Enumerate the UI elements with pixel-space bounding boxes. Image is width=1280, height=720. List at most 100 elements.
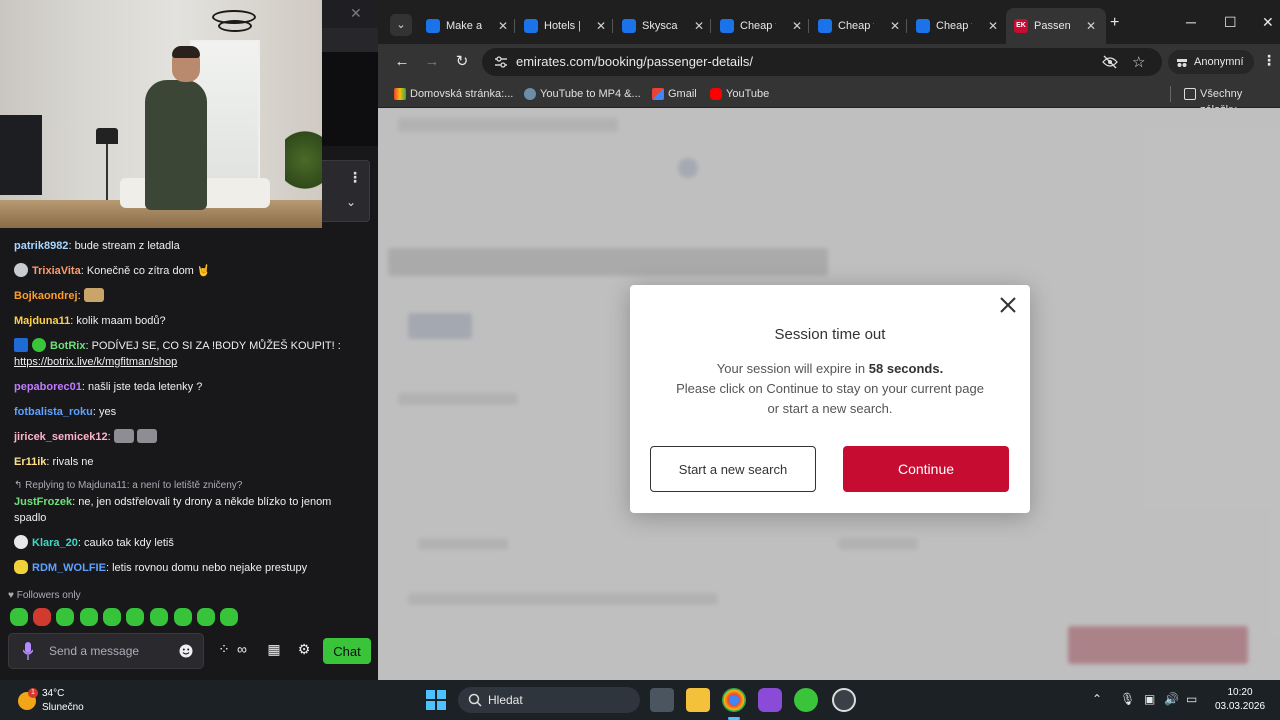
skyscanner-icon	[622, 19, 636, 33]
close-icon[interactable]: ✕	[988, 14, 998, 38]
chrome-icon[interactable]	[722, 688, 746, 712]
close-icon[interactable]: ✕	[498, 14, 508, 38]
bookmark-item[interactable]: Gmail	[652, 86, 697, 102]
volume-icon[interactable]: 🔊	[1164, 692, 1179, 706]
bookmark-star-icon[interactable]: ☆	[1132, 53, 1145, 71]
emote-icon[interactable]	[80, 608, 98, 626]
chat-username[interactable]: Bojkaondrej	[14, 290, 78, 302]
taskbar-search[interactable]: Hledat	[458, 687, 640, 713]
new-tab-icon[interactable]: +	[1110, 14, 1119, 32]
store-icon[interactable]: ▦	[264, 641, 284, 661]
site-settings-icon[interactable]	[494, 55, 508, 69]
emote-icon[interactable]	[56, 608, 74, 626]
tab-strip: ⌄ Make a ✕ Hotels | ✕ Skyscann ✕ Cheap f…	[378, 0, 1280, 44]
emote-icon[interactable]	[174, 608, 192, 626]
emote-icon[interactable]	[103, 608, 121, 626]
file-explorer-icon[interactable]	[686, 688, 710, 712]
tab-search-button[interactable]: ⌄	[390, 14, 412, 36]
close-icon[interactable]: ✕	[792, 14, 802, 38]
chat-link[interactable]: https://botrix.live/k/mgfitman/shop	[14, 356, 177, 368]
task-view-icon[interactable]	[650, 688, 674, 712]
close-icon[interactable]	[998, 295, 1018, 315]
infinity-icon[interactable]: ∞	[232, 641, 252, 661]
close-icon[interactable]: ✕	[596, 14, 606, 38]
tab-title: Cheap fli	[936, 20, 972, 32]
emote-icon[interactable]	[33, 608, 51, 626]
tab-title: Hotels |	[544, 20, 580, 32]
emote-icon[interactable]	[197, 608, 215, 626]
chat-username[interactable]: BotRix	[50, 340, 85, 352]
chat-username[interactable]: Er11ik	[14, 456, 46, 468]
emote-icon[interactable]	[126, 608, 144, 626]
chat-username[interactable]: RDM_WOLFIE	[32, 562, 106, 574]
chat-username[interactable]: Majduna11	[14, 315, 70, 327]
eye-off-icon[interactable]	[1102, 55, 1118, 69]
bookmark-item[interactable]: YouTube	[710, 86, 769, 102]
clock-date: 03.03.2026	[1214, 701, 1266, 712]
chat-send-button[interactable]: Chat	[323, 638, 371, 664]
incognito-profile-button[interactable]: Anonymní	[1168, 50, 1254, 74]
chat-username[interactable]: patrik8982	[14, 240, 68, 252]
chat-username[interactable]: jiricek_semicek12	[14, 431, 108, 443]
chat-message-input[interactable]	[49, 642, 169, 660]
countdown-time: 58 seconds.	[868, 361, 944, 376]
bookmark-item[interactable]: Domovská stránka:...	[394, 86, 513, 102]
address-bar[interactable]: emirates.com/booking/passenger-details/ …	[482, 48, 1162, 76]
bookmark-label: YouTube to MP4 &...	[540, 88, 641, 100]
pinned-message[interactable]: ⋮ ⌄	[322, 160, 370, 222]
reply-context[interactable]: ↰ Replying to Majduna11: a není to letiš…	[14, 478, 364, 494]
continue-button[interactable]: Continue	[843, 446, 1009, 492]
google-icon	[394, 88, 406, 100]
weather-widget[interactable]: 1 34°C Slunečno	[16, 686, 116, 714]
chat-text: PODÍVEJ SE, CO SI ZA !BODY MŮŽEŠ KOUPIT!…	[91, 340, 341, 352]
close-icon[interactable]: ✕	[1086, 14, 1096, 38]
channel-points-icon[interactable]: ⁘	[214, 641, 234, 661]
back-icon[interactable]: ←	[392, 52, 412, 72]
emote-icon[interactable]	[220, 608, 238, 626]
chat-username[interactable]: JustFrozek	[14, 496, 72, 508]
camera-app-icon[interactable]	[758, 688, 782, 712]
close-icon[interactable]: ✕	[890, 14, 900, 38]
badge-icon	[14, 263, 28, 277]
battery-icon[interactable]: ▭	[1186, 692, 1197, 706]
moderator-badge-icon	[14, 338, 28, 352]
system-clock[interactable]: 10:20 03.03.2026	[1210, 686, 1270, 714]
maximize-icon[interactable]: ☐	[1224, 14, 1237, 31]
network-icon[interactable]: ▣	[1144, 692, 1155, 706]
gear-icon[interactable]: ⚙	[294, 641, 314, 661]
chat-username[interactable]: pepaborec01	[14, 381, 82, 393]
start-new-search-button[interactable]: Start a new search	[650, 446, 816, 492]
forward-icon[interactable]: →	[422, 52, 442, 72]
chevron-up-icon[interactable]: ⌃	[1092, 692, 1102, 706]
more-menu-icon[interactable]: ⋮	[1262, 52, 1276, 69]
close-window-icon[interactable]: ✕	[1262, 14, 1274, 31]
emote-icon[interactable]	[150, 608, 168, 626]
bookmark-item[interactable]: YouTube to MP4 &...	[524, 86, 641, 102]
webcam-lamp	[96, 128, 118, 144]
windows-start-icon[interactable]	[426, 690, 446, 710]
session-timeout-dialog: Session time out Your session will expir…	[630, 285, 1030, 513]
chat-text: yes	[98, 406, 117, 418]
minimize-icon[interactable]: ─	[1186, 14, 1196, 30]
emote-icon[interactable]	[10, 608, 28, 626]
chat-username[interactable]: fotbalista_roku	[14, 406, 93, 418]
chat-username[interactable]: TrixiaVita	[32, 265, 81, 277]
chat-message: RDM_WOLFIE: letis rovnou domu nebo nejak…	[14, 560, 364, 576]
badge-icon	[14, 560, 28, 574]
close-icon[interactable]: ✕	[350, 5, 362, 22]
all-bookmarks-button[interactable]: Všechny záložky	[1184, 86, 1280, 116]
tab-divider	[906, 19, 907, 33]
xbox-icon[interactable]	[794, 688, 818, 712]
tab-divider	[514, 19, 515, 33]
chat-username[interactable]: Klara_20	[32, 537, 78, 549]
more-options-icon[interactable]: ⋮	[348, 169, 362, 186]
close-icon[interactable]: ✕	[694, 14, 704, 38]
microphone-icon[interactable]	[23, 642, 33, 660]
recorder-icon[interactable]	[832, 688, 856, 712]
chevron-down-icon[interactable]: ⌄	[346, 195, 356, 209]
reload-icon[interactable]: ↻	[452, 52, 472, 72]
verified-badge-icon	[32, 338, 46, 352]
emoji-icon[interactable]	[179, 644, 193, 658]
microphone-icon[interactable]: 🎙	[1120, 692, 1135, 706]
chat-header-strip	[322, 52, 378, 86]
